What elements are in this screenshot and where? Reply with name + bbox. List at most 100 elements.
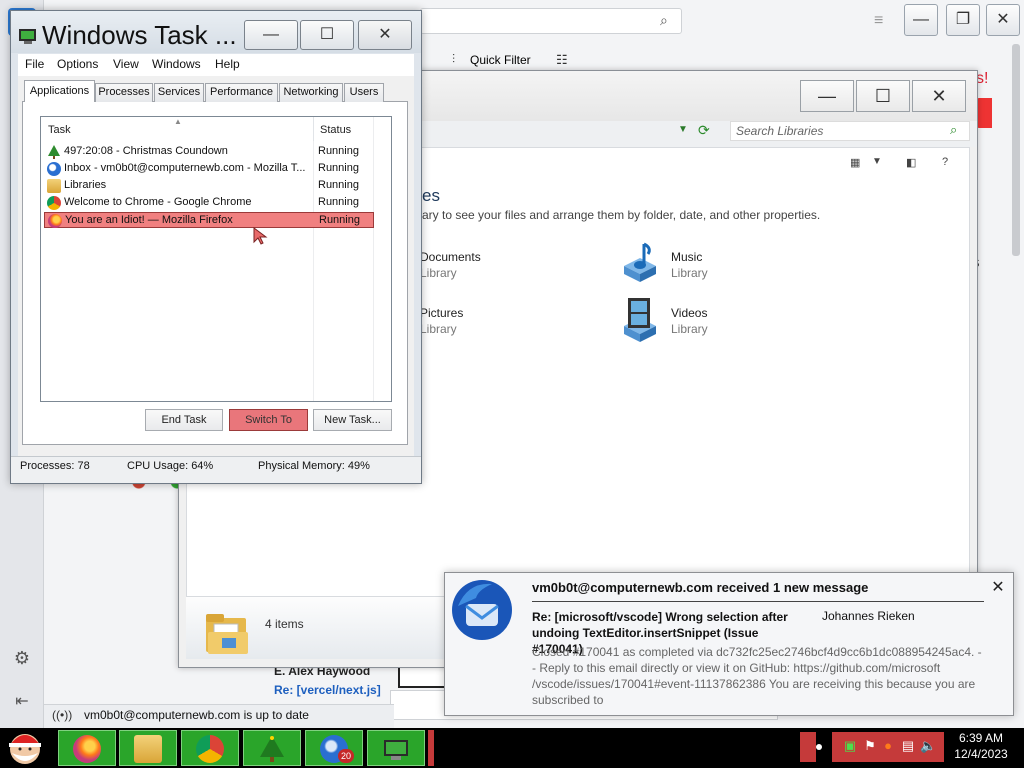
menu-file[interactable]: File <box>25 57 44 73</box>
task-row[interactable]: Welcome to Chrome - Google Chrome Runnin… <box>44 195 374 211</box>
firefox-icon <box>73 735 101 763</box>
notification-title: vm0b0t@computernewb.com received 1 new m… <box>532 580 869 595</box>
libraries-description: ary to see your files and arrange them b… <box>422 208 821 222</box>
menu-options[interactable]: Options <box>57 57 98 73</box>
tray-flag-icon[interactable]: ⚑ <box>862 738 878 756</box>
red-label-fragment: s! <box>976 70 989 87</box>
menu-windows[interactable]: Windows <box>152 57 201 73</box>
display-options-icon[interactable]: ☷ <box>556 52 570 68</box>
task-manager-title: Windows Task ... <box>42 20 237 50</box>
task-name: You are an Idiot! — Mozilla Firefox <box>65 214 233 226</box>
tray-handle[interactable] <box>800 732 816 762</box>
red-action-button[interactable] <box>976 98 992 128</box>
tab-applications[interactable]: Applications <box>24 80 95 102</box>
task-manager-icon <box>384 740 408 760</box>
task-status: Running <box>318 145 359 157</box>
thunderbird-icon <box>47 162 61 176</box>
cpu-usage: CPU Usage: 64% <box>127 460 214 472</box>
tab-users[interactable]: Users <box>344 83 384 102</box>
tray-network-monitor-icon[interactable]: ▣ <box>842 738 858 756</box>
taskbar-separator <box>428 730 434 766</box>
taskbar-firefox[interactable] <box>58 730 116 766</box>
scrollbar-thumb[interactable] <box>1012 44 1020 256</box>
help-icon[interactable]: ? <box>942 156 954 170</box>
library-item-type: Library <box>671 266 708 280</box>
quick-filter-button[interactable]: Quick Filter <box>470 53 560 69</box>
menu-help[interactable]: Help <box>215 57 240 73</box>
mouse-cursor-icon <box>253 227 268 245</box>
music-library-icon[interactable] <box>618 240 662 288</box>
menu-view[interactable]: View <box>113 57 139 73</box>
collapse-sidebar-icon[interactable]: ⇤ <box>12 692 32 712</box>
task-manager-icon <box>19 29 36 44</box>
end-task-button[interactable]: End Task <box>145 409 223 431</box>
task-row-selected[interactable]: You are an Idiot! — Mozilla Firefox Runn… <box>44 212 374 228</box>
thunderbird-minimize-button[interactable]: — <box>904 4 938 36</box>
notification-divider <box>532 601 984 602</box>
taskbar-task-manager[interactable] <box>367 730 425 766</box>
new-task-button[interactable]: New Task... <box>313 409 392 431</box>
tray-volume-icon[interactable]: 🔈 <box>920 738 936 756</box>
app-menu-icon[interactable]: ≡ <box>874 12 890 30</box>
view-dropdown-icon[interactable]: ▼ <box>872 156 884 170</box>
start-button-santa-icon[interactable] <box>2 729 48 767</box>
task-name: Welcome to Chrome - Google Chrome <box>64 196 252 208</box>
taskbar-chrome[interactable] <box>181 730 239 766</box>
thunderbird-restore-button[interactable]: ❐ <box>946 4 980 36</box>
task-name: Libraries <box>64 179 107 191</box>
notification-sender: Johannes Rieken <box>822 609 915 623</box>
column-header-status[interactable]: Status <box>313 117 373 141</box>
libraries-close-button[interactable]: ✕ <box>912 80 966 112</box>
unread-count-badge: 20 <box>338 749 354 763</box>
tray-firefox-icon[interactable]: ● <box>880 738 896 756</box>
preview-pane-icon[interactable]: ◧ <box>906 156 918 170</box>
taskbar-thunderbird[interactable]: 20 <box>305 730 363 766</box>
taskbar-christmas-countdown[interactable] <box>243 730 301 766</box>
tab-processes[interactable]: Processes <box>95 83 153 102</box>
tray-network-icon[interactable]: ▤ <box>900 738 916 756</box>
search-icon[interactable]: ⌕ <box>950 122 964 138</box>
library-item-videos[interactable]: Videos <box>671 306 791 322</box>
task-row[interactable]: Libraries Running <box>44 178 374 194</box>
library-item-type: Library <box>420 322 457 336</box>
libraries-minimize-button[interactable]: — <box>800 80 854 112</box>
thunderbird-search-input[interactable] <box>420 8 682 34</box>
library-item-type: Library <box>671 322 708 336</box>
message-subject-link[interactable]: Re: [vercel/next.js] <box>274 683 394 699</box>
task-manager-close-button[interactable]: ✕ <box>358 20 412 50</box>
task-manager-maximize-button[interactable]: ☐ <box>300 20 354 50</box>
task-status: Running <box>318 196 359 208</box>
clock-time[interactable]: 6:39 AM <box>942 731 1020 747</box>
christmas-tree-icon <box>260 736 284 762</box>
library-item-documents[interactable]: Documents <box>420 250 540 266</box>
notification-close-icon[interactable]: ✕ <box>988 578 1008 598</box>
tab-services[interactable]: Services <box>154 83 204 102</box>
taskbar-explorer[interactable] <box>119 730 177 766</box>
libraries-search-placeholder: Search Libraries <box>736 124 824 138</box>
christmas-tree-icon <box>48 145 60 159</box>
tab-performance[interactable]: Performance <box>205 83 278 102</box>
chrome-icon <box>47 196 61 210</box>
clock-date[interactable]: 12/4/2023 <box>942 747 1020 763</box>
switch-to-button[interactable]: Switch To <box>229 409 308 431</box>
task-manager-minimize-button[interactable]: — <box>244 20 298 50</box>
processes-count: Processes: 78 <box>20 460 90 472</box>
tab-networking[interactable]: Networking <box>279 83 343 102</box>
task-status: Running <box>318 179 359 191</box>
library-item-pictures[interactable]: Pictures <box>420 306 540 322</box>
libraries-maximize-button[interactable]: ☐ <box>856 80 910 112</box>
address-dropdown-icon[interactable]: ▼ <box>678 124 690 138</box>
libraries-folder-icon <box>206 614 248 654</box>
physical-memory: Physical Memory: 49% <box>258 460 370 472</box>
videos-library-icon[interactable] <box>618 296 662 344</box>
thunderbird-close-button[interactable]: ✕ <box>986 4 1020 36</box>
notification-subject: Re: [microsoft/vscode] Wrong selection a… <box>532 610 788 656</box>
task-row[interactable]: 497:20:08 - Christmas Coundown Running <box>44 144 374 160</box>
search-icon: ⌕ <box>660 12 668 28</box>
change-view-icon[interactable]: ▦ <box>850 156 862 170</box>
online-status-icon[interactable]: ((•)) <box>52 708 72 724</box>
settings-gear-icon[interactable]: ⚙ <box>12 648 32 668</box>
refresh-icon[interactable]: ⟳ <box>698 122 714 138</box>
library-item-music[interactable]: Music <box>671 250 791 266</box>
task-row[interactable]: Inbox - vm0b0t@computernewb.com - Mozill… <box>44 161 374 177</box>
